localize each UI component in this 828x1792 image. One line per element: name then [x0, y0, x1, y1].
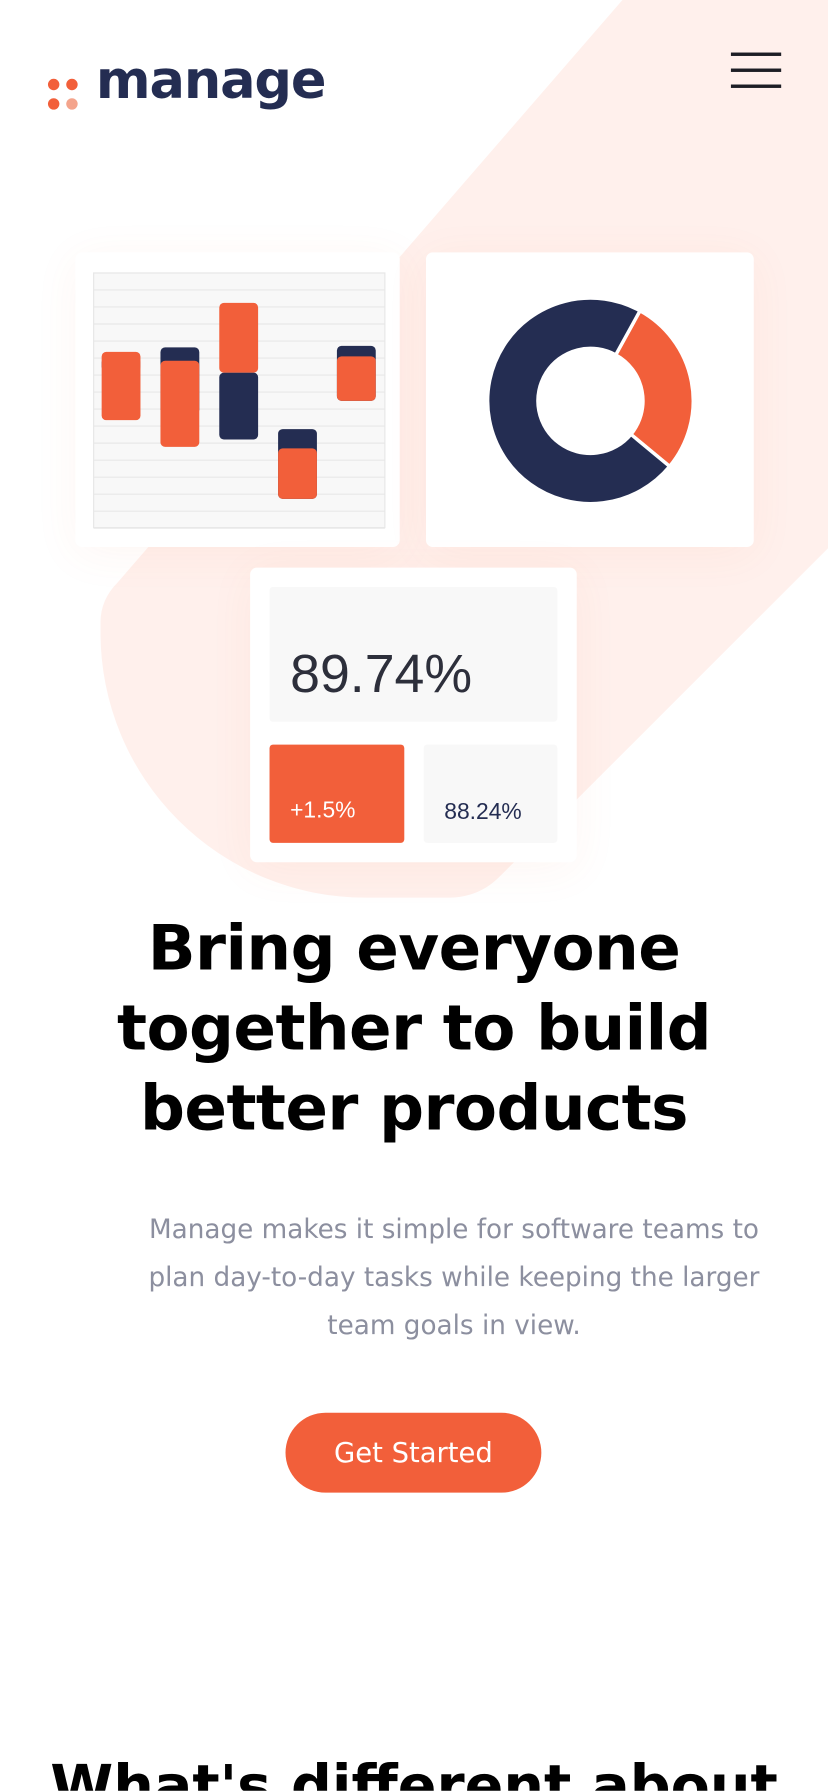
main-stat-value: 89.74% — [290, 642, 473, 704]
bar-chart-bar — [101, 351, 141, 421]
bar-chart — [93, 272, 386, 529]
hero-title: Bring everyone together to build better … — [69, 908, 760, 1148]
logo-wordmark: manage — [95, 49, 327, 111]
bar-chart-bar — [219, 372, 259, 440]
bar-chart-card — [75, 252, 400, 548]
get-started-button[interactable]: Get Started — [285, 1412, 542, 1493]
landing-page: manage 89.74% +1.5% 88.24% Bring everyon… — [0, 0, 828, 1791]
donut-chart-card — [425, 252, 754, 548]
logo-mark-icon — [46, 63, 80, 110]
main-stat-panel: 89.74% — [269, 587, 558, 722]
secondary-stat-value: 88.24% — [444, 799, 522, 825]
hero-description: Manage makes it simple for software team… — [148, 1215, 760, 1341]
brand-logo[interactable]: manage — [46, 48, 327, 112]
hero-title-line: Bring everyone — [147, 911, 681, 985]
bar-chart-bar — [160, 360, 200, 447]
stats-card: 89.74% +1.5% 88.24% — [250, 567, 577, 863]
bar-chart-bar — [219, 302, 259, 373]
section-title: What's different about — [50, 1753, 778, 1791]
hamburger-menu-icon[interactable] — [730, 52, 782, 90]
hero-title-line: better products — [140, 1071, 688, 1145]
change-stat-panel: +1.5% — [269, 744, 405, 843]
change-stat-value: +1.5% — [290, 798, 356, 824]
hero-title-line: together to build — [116, 991, 712, 1065]
donut-chart — [485, 296, 695, 506]
bar-chart-bar — [278, 448, 317, 499]
secondary-stat-panel: 88.24% — [423, 744, 558, 843]
bar-chart-bar — [336, 356, 376, 401]
